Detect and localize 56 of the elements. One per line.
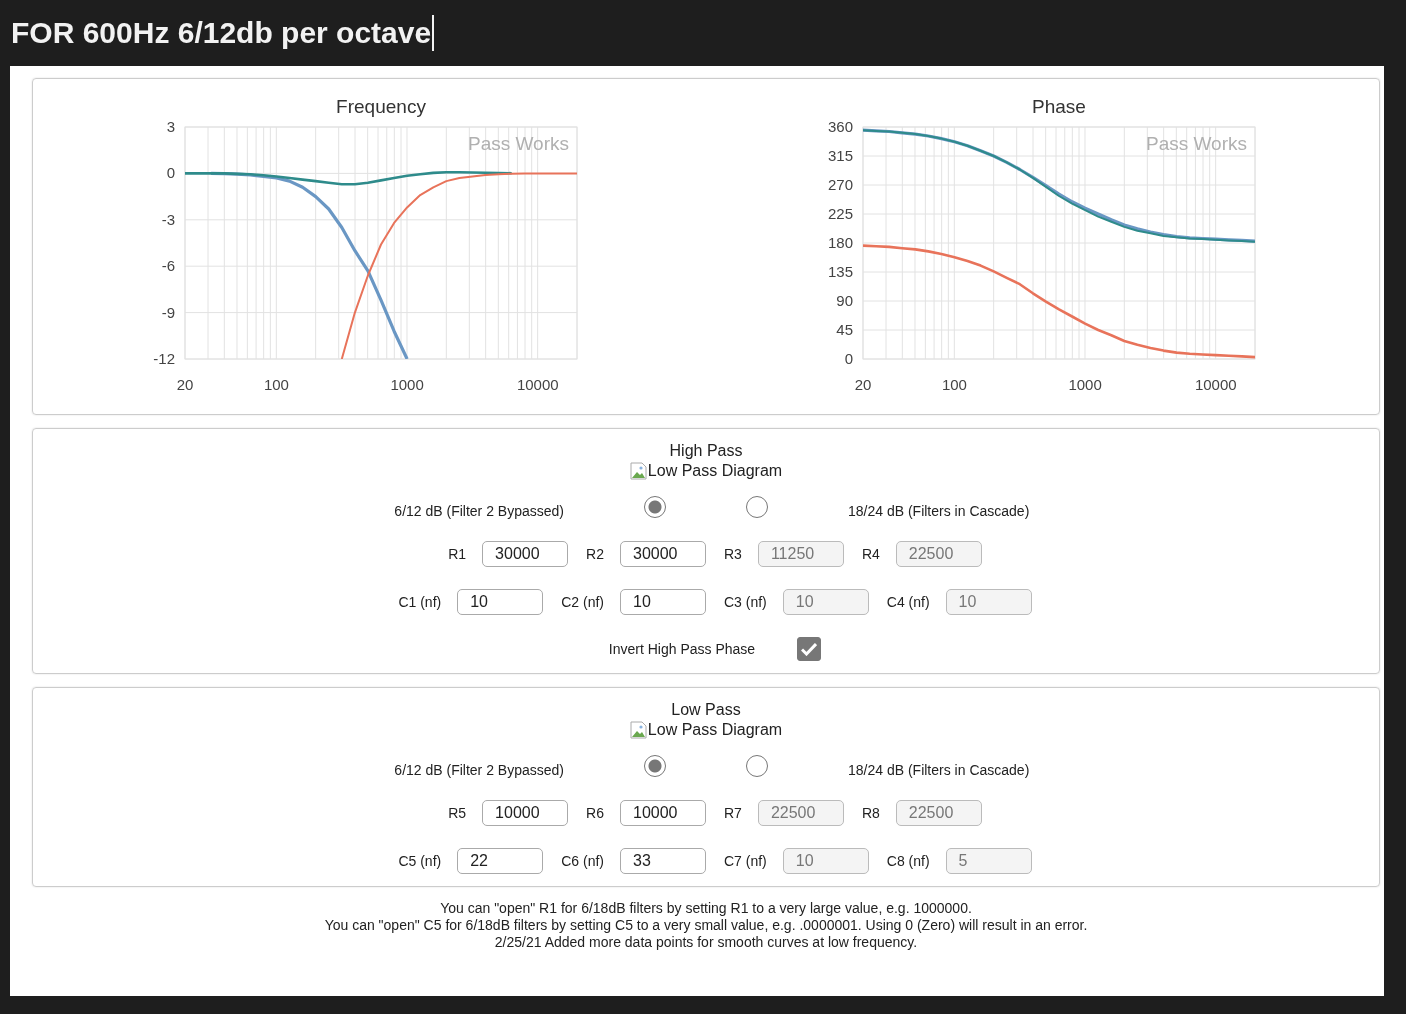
axis-tick-label: 20 [854,376,871,393]
axis-tick-label: -12 [152,350,175,367]
field-label: R2 [586,546,604,562]
axis-tick-label: 270 [827,176,853,193]
field-label: R1 [448,546,467,562]
axis-tick-label: 180 [827,234,853,251]
axis-tick-label: 0 [844,350,853,367]
section-title: High Pass [669,441,743,461]
axis-tick-label: 1000 [1067,376,1102,393]
field-label: C3 (nf) [724,594,767,610]
axis-tick-label: 360 [827,118,853,135]
mode-label: 6/12 dB (Filter 2 Bypassed) [393,503,564,519]
image-alt-text: Low Pass Diagram [647,461,783,481]
field-label: C7 (nf) [724,853,767,869]
mode-label: 6/12 dB (Filter 2 Bypassed) [393,762,564,778]
axis-tick-label: -9 [161,303,175,321]
field-label: C4 (nf) [886,594,930,610]
axis-tick-label: 1000 [389,376,424,393]
axis-tick-label: -6 [161,257,175,275]
axis-tick-label: -3 [161,210,175,228]
note-text: 2/25/21 Added more data points for smooth curves at low frequency. [493,934,919,951]
axis-tick-label: 20 [176,376,193,393]
note-text: You can "open" R1 for 6/18dB filters by setting R1 to a very large value, e.g. 1000000. [439,900,973,917]
field-label: C1 (nf) [398,594,442,610]
axis-tick-label: 45 [835,321,853,338]
field-label: C6 (nf) [561,853,604,869]
watermark-text: Pass Works [1145,133,1247,154]
note-text: You can "open" C5 for 6/18dB filters by setting C5 to a very small value, e.g. .0000001. Using 0 (Zero) will result in an error. [323,917,1089,934]
page-title: FOR 600Hz 6/12db per octave [11,16,432,50]
axis-tick-label: 10000 [516,376,559,393]
chart-title: Frequency [335,96,426,117]
field-label: R7 [724,805,742,821]
mode-label: 18/24 dB (Filters in Cascade) [848,762,1031,778]
axis-tick-label: 135 [827,263,853,280]
axis-tick-label: 10000 [1194,376,1237,393]
field-label: R4 [861,546,880,562]
chart-title: Phase [1031,96,1086,117]
axis-tick-label: 315 [827,147,853,164]
axis-tick-label: 225 [827,205,853,222]
field-label: C8 (nf) [886,853,930,869]
axis-tick-label: 100 [263,376,289,393]
section-title: Low Pass [671,700,741,720]
field-label: R3 [724,546,742,562]
watermark-text: Pass Works [467,133,569,154]
checkbox-label: Invert High Pass Phase [608,641,756,657]
axis-tick-label: 0 [166,164,175,182]
axis-tick-label: 3 [166,118,175,135]
axis-tick-label: 100 [941,376,967,393]
axis-tick-label: 90 [835,292,853,309]
field-label: R6 [586,805,604,821]
image-alt-text: Low Pass Diagram [647,720,783,740]
mode-label: 18/24 dB (Filters in Cascade) [848,503,1031,519]
field-label: R5 [448,805,467,821]
field-label: C5 (nf) [398,853,442,869]
field-label: R8 [861,805,880,821]
field-label: C2 (nf) [561,594,604,610]
